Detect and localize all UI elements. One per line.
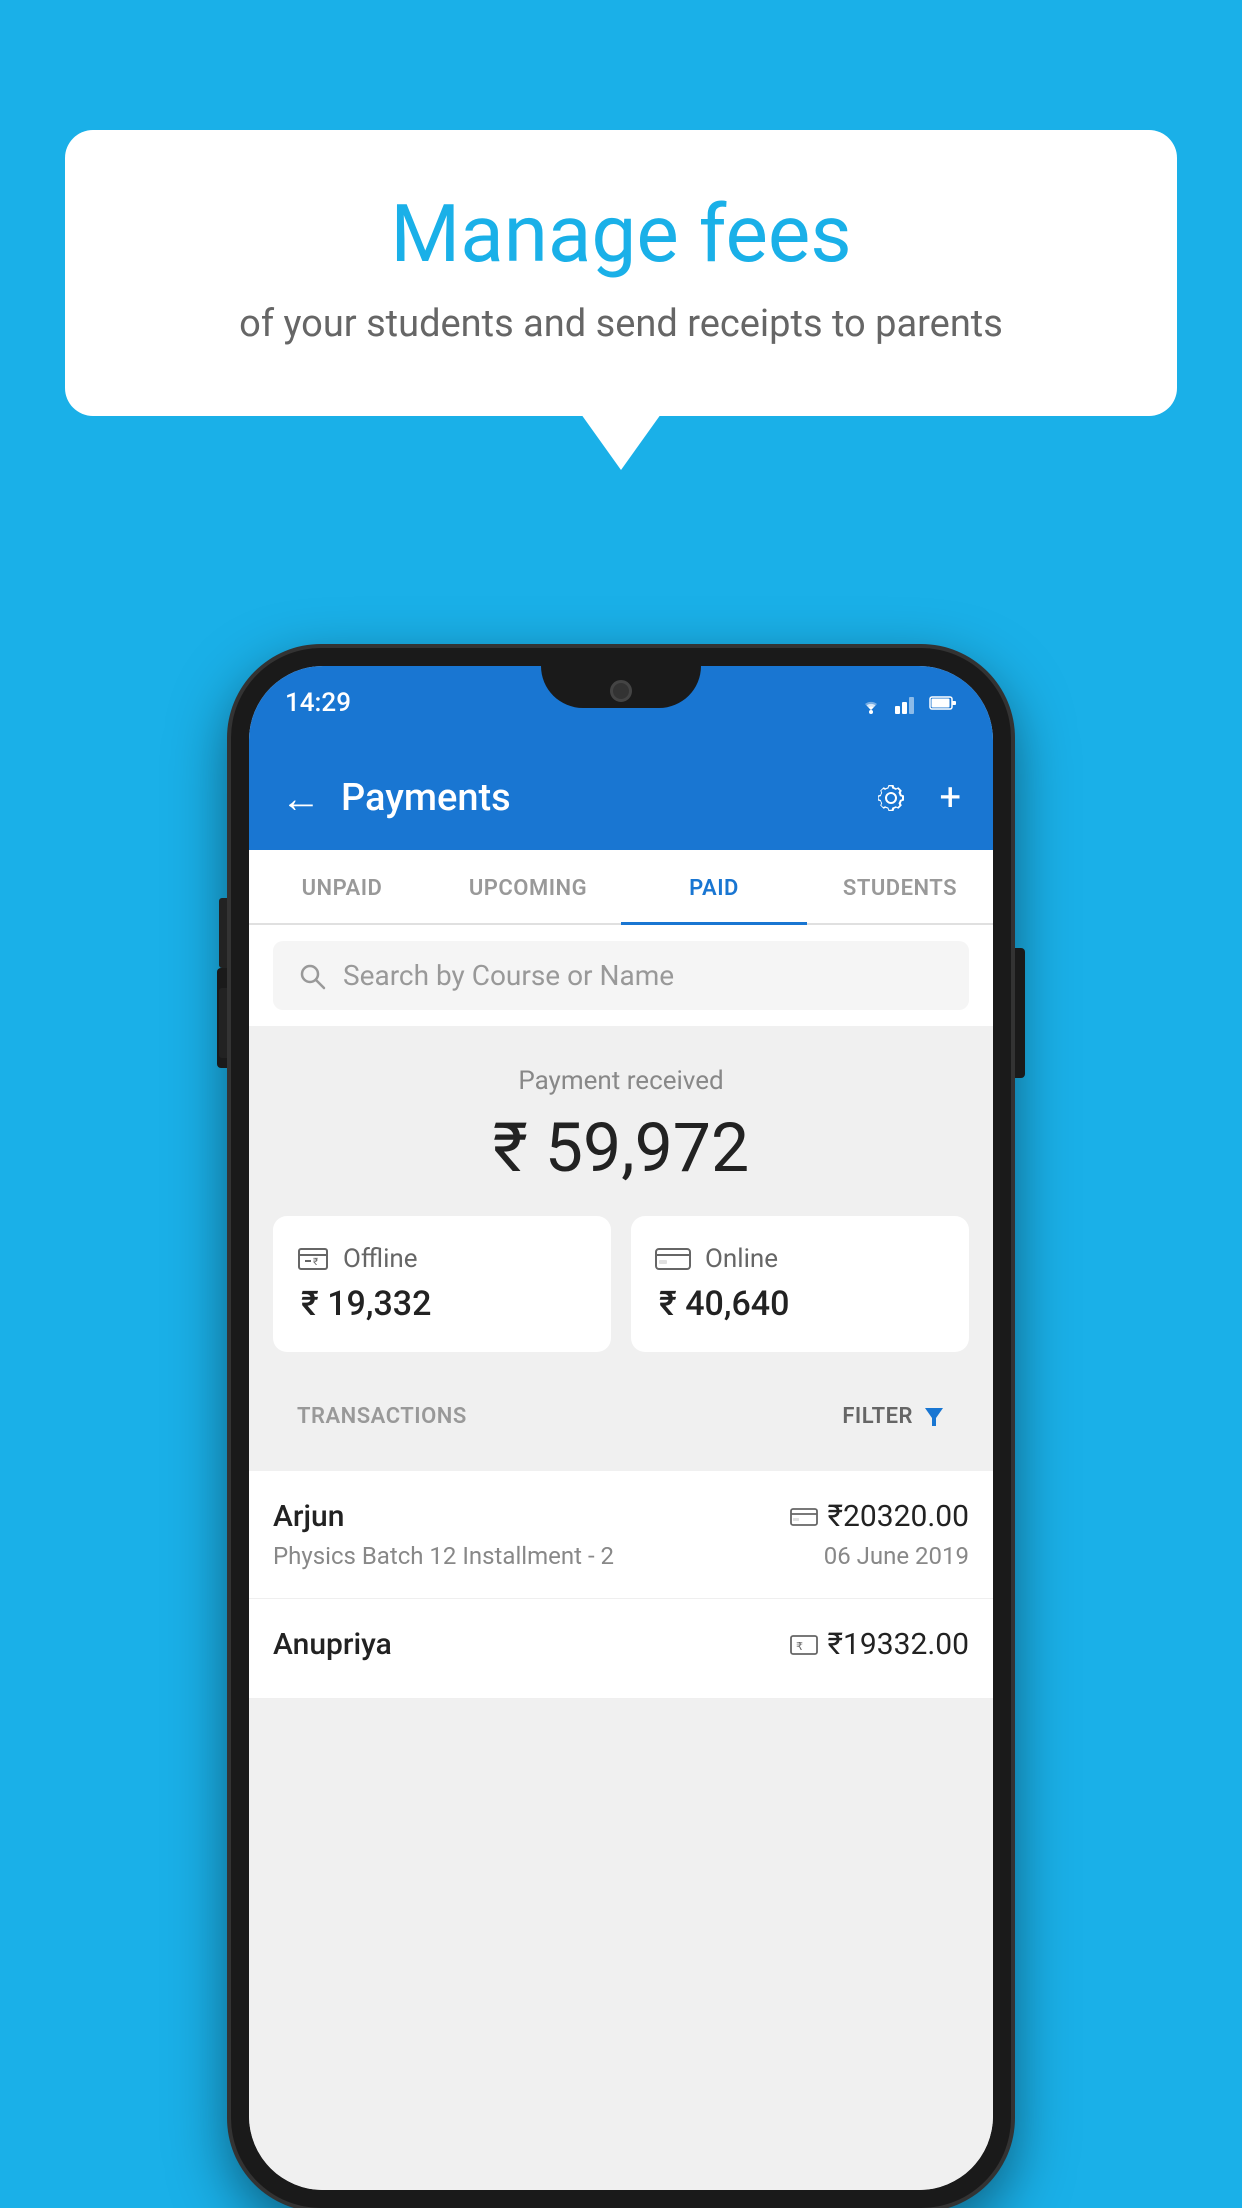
transaction-amount-wrap: ₹20320.00: [790, 1499, 969, 1534]
wifi-icon: [857, 692, 885, 714]
tab-students[interactable]: STUDENTS: [807, 850, 993, 923]
payment-type-icon: [790, 1507, 818, 1527]
content-area: Search by Course or Name Payment receive…: [249, 925, 993, 2190]
payment-total-amount: ₹ 59,972: [273, 1108, 969, 1188]
search-placeholder[interactable]: Search by Course or Name: [343, 959, 674, 992]
transaction-amount: ₹20320.00: [828, 1499, 969, 1534]
status-icons: [857, 692, 957, 714]
settings-icon[interactable]: [871, 778, 911, 818]
offline-label: Offline: [343, 1244, 418, 1274]
online-label: Online: [705, 1244, 778, 1274]
transaction-item[interactable]: Arjun ₹20320.00: [249, 1471, 993, 1599]
signal-icon: [895, 692, 919, 714]
back-button[interactable]: ←: [281, 775, 321, 822]
online-card: Online ₹ 40,640: [631, 1216, 969, 1352]
filter-button[interactable]: FILTER: [842, 1404, 945, 1429]
phone-frame: 14:29: [231, 648, 1011, 2208]
page-title: Payments: [341, 776, 871, 820]
tab-paid[interactable]: PAID: [621, 850, 807, 923]
search-container: Search by Course or Name: [249, 925, 993, 1026]
app-bar: ← Payments +: [249, 746, 993, 850]
bubble-title: Manage fees: [135, 190, 1107, 278]
battery-icon: [929, 694, 957, 712]
online-amount: ₹ 40,640: [655, 1284, 789, 1324]
tab-upcoming[interactable]: UPCOMING: [435, 850, 621, 923]
payment-label: Payment received: [273, 1066, 969, 1096]
offline-icon: ₹: [297, 1245, 329, 1273]
transaction-item[interactable]: Anupriya ₹ ₹19332.00: [249, 1599, 993, 1699]
svg-text:₹: ₹: [313, 1257, 318, 1268]
bubble-subtitle: of your students and send receipts to pa…: [135, 302, 1107, 346]
status-bar-area: 14:29: [249, 666, 993, 746]
tabs-bar: UNPAID UPCOMING PAID STUDENTS: [249, 850, 993, 925]
transaction-course: Physics Batch 12 Installment - 2: [273, 1542, 614, 1570]
transactions-label: TRANSACTIONS: [297, 1404, 467, 1429]
search-box[interactable]: Search by Course or Name: [273, 941, 969, 1010]
payment-cards: ₹ Offline ₹ 19,332: [273, 1216, 969, 1376]
online-icon: [655, 1246, 691, 1272]
payment-summary: Payment received ₹ 59,972: [249, 1026, 993, 1471]
search-icon: [297, 961, 327, 991]
transaction-amount-wrap: ₹ ₹19332.00: [790, 1627, 969, 1662]
svg-text:₹: ₹: [796, 1641, 803, 1653]
transactions-header: TRANSACTIONS FILTER: [273, 1376, 969, 1447]
tab-unpaid[interactable]: UNPAID: [249, 850, 435, 923]
transaction-name: Arjun: [273, 1499, 344, 1534]
payment-type-icon-offline: ₹: [790, 1634, 818, 1656]
transactions-list: Arjun ₹20320.00: [249, 1471, 993, 1699]
transaction-date: 06 June 2019: [824, 1542, 969, 1570]
offline-card: ₹ Offline ₹ 19,332: [273, 1216, 611, 1352]
offline-amount: ₹ 19,332: [297, 1284, 431, 1324]
transaction-name: Anupriya: [273, 1627, 392, 1662]
transaction-amount: ₹19332.00: [828, 1627, 969, 1662]
status-time: 14:29: [285, 688, 351, 718]
speech-bubble: Manage fees of your students and send re…: [65, 130, 1177, 416]
add-button[interactable]: +: [939, 776, 961, 820]
filter-icon: [923, 1406, 945, 1428]
